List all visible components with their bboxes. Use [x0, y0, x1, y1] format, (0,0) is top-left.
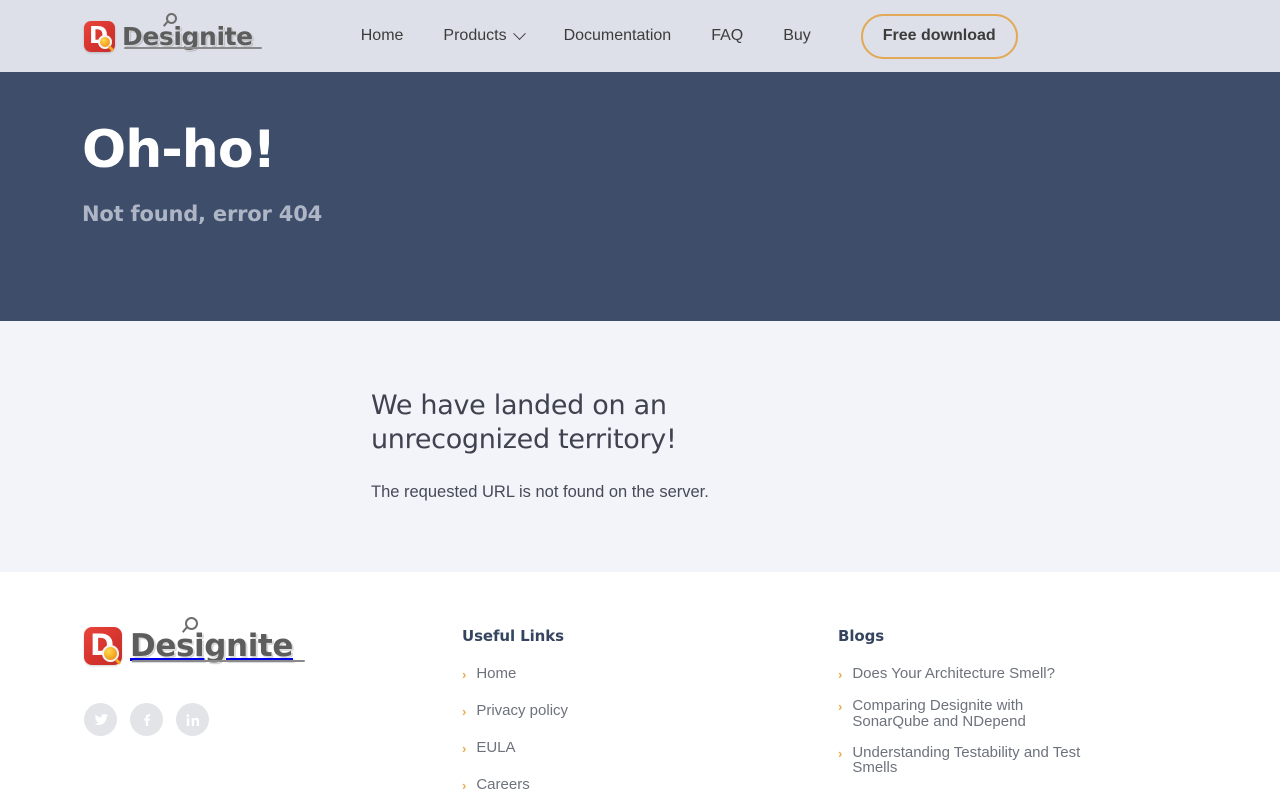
error-description: The requested URL is not found on the se…	[371, 482, 709, 501]
nav-label: FAQ	[711, 27, 744, 44]
magnifier-icon	[102, 645, 119, 662]
chevron-down-icon	[512, 26, 526, 40]
page-subtitle: Not found, error 404	[82, 202, 323, 226]
social-links	[84, 703, 462, 736]
footer-useful-links-column: Useful Links › Home › Privacy policy › E…	[462, 627, 838, 800]
site-footer: D Designite Useful Links › Home › Privac…	[0, 572, 1280, 800]
useful-links-list: › Home › Privacy policy › EULA › Careers	[462, 666, 838, 794]
chevron-right-icon: ›	[462, 778, 467, 793]
header-logo-wordmark: Designite	[122, 12, 262, 51]
blog-link-architecture-smell[interactable]: Does Your Architecture Smell?	[852, 666, 1055, 682]
nav-label: Home	[360, 27, 404, 44]
chevron-right-icon: ›	[838, 667, 843, 682]
nav-item-documentation[interactable]: Documentation	[544, 27, 692, 45]
blogs-list: › Does Your Architecture Smell? › Compar…	[838, 666, 1214, 776]
nav-item-buy[interactable]: Buy	[763, 27, 831, 45]
footer-brand-column: D Designite	[84, 617, 462, 800]
nav-item-home[interactable]: Home	[341, 27, 424, 45]
nav-item-faq[interactable]: FAQ	[691, 27, 763, 45]
footer-link-careers[interactable]: Careers	[476, 777, 529, 792]
header-logo-link[interactable]: D Designite	[84, 12, 262, 52]
logo-underline	[132, 660, 305, 662]
site-header: D Designite Home Products Documentation …	[0, 0, 1280, 72]
error-content-section: We have landed on an unrecognized territ…	[0, 321, 1280, 572]
magnifier-icon	[98, 34, 112, 49]
nav-label: Documentation	[563, 27, 672, 44]
chevron-right-icon: ›	[462, 667, 467, 682]
footer-logo-wordmark: Designite	[130, 617, 305, 664]
chevron-right-icon: ›	[462, 704, 467, 719]
designite-logo-icon: D	[84, 20, 115, 52]
blogs-heading: Blogs	[838, 627, 885, 645]
chevron-right-icon: ›	[462, 741, 467, 756]
error-heading: We have landed on an unrecognized territ…	[371, 390, 677, 455]
chevron-right-icon: ›	[838, 699, 843, 714]
main-navigation: Home Products Documentation FAQ Buy Free…	[341, 13, 1018, 59]
list-item: › Does Your Architecture Smell?	[838, 666, 1214, 683]
blog-link-comparing-designite[interactable]: Comparing Designite with SonarQube and N…	[852, 698, 1084, 730]
free-download-label: Free download	[882, 27, 996, 44]
footer-blogs-column: Blogs › Does Your Architecture Smell? › …	[838, 627, 1214, 800]
footer-link-privacy-policy[interactable]: Privacy policy	[476, 703, 568, 718]
nav-item-products[interactable]: Products	[423, 26, 543, 45]
facebook-icon[interactable]	[130, 703, 163, 736]
logo-wordmark-text: Designite	[130, 628, 293, 664]
list-item: › EULA	[462, 740, 838, 757]
list-item: › Home	[462, 666, 838, 683]
blog-link-testability-test-smells[interactable]: Understanding Testability and Test Smell…	[852, 744, 1084, 777]
free-download-button[interactable]: Free download	[860, 13, 1018, 59]
chevron-right-icon: ›	[838, 745, 843, 761]
linkedin-icon[interactable]	[176, 703, 209, 736]
list-item: › Privacy policy	[462, 703, 838, 720]
logo-magnifier-accent-icon	[166, 12, 177, 24]
footer-logo-link[interactable]: D Designite	[84, 617, 462, 665]
list-item: › Careers	[462, 777, 838, 794]
list-item: › Understanding Testability and Test Sme…	[838, 744, 1214, 777]
designite-logo-icon: D	[84, 627, 122, 665]
error-hero-banner: Oh-ho! Not found, error 404	[0, 72, 1280, 321]
footer-link-eula[interactable]: EULA	[476, 740, 515, 755]
twitter-icon[interactable]	[84, 703, 117, 736]
useful-links-heading: Useful Links	[462, 627, 564, 645]
list-item: › Comparing Designite with SonarQube and…	[838, 698, 1214, 730]
page-title: Oh-ho!	[82, 120, 276, 180]
logo-magnifier-accent-icon	[185, 617, 198, 630]
logo-underline	[124, 46, 262, 49]
nav-label: Buy	[783, 27, 811, 44]
nav-label: Products	[443, 27, 507, 44]
footer-link-home[interactable]: Home	[476, 666, 516, 681]
